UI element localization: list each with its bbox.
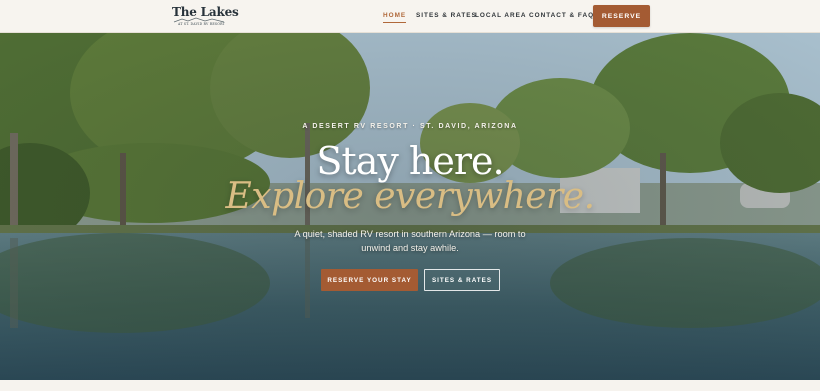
hero-description: A quiet, shaded RV resort in southern Ar…: [294, 229, 526, 253]
reserve-button[interactable]: RESERVE: [593, 5, 650, 27]
nav-sites-rates[interactable]: SITES & RATES: [416, 12, 477, 19]
hero-eyebrow: A DESERT RV RESORT · ST. DAVID, ARIZONA: [302, 123, 518, 130]
nav-home[interactable]: HOME: [383, 12, 407, 23]
page-bottom-strip: [0, 380, 820, 391]
site-logo[interactable]: The Lakes AT ST. DAVID RV RESORT: [172, 4, 239, 30]
logo-subtitle: AT ST. DAVID RV RESORT: [178, 22, 225, 26]
nav-contact-faq[interactable]: CONTACT & FAQ: [529, 12, 594, 19]
nav-local-area[interactable]: LOCAL AREA: [475, 12, 527, 19]
reserve-your-stay-button[interactable]: RESERVE YOUR STAY: [321, 269, 418, 291]
hero-section: A DESERT RV RESORT · ST. DAVID, ARIZONA …: [0, 33, 820, 380]
hero-subheadline: Explore everywhere.: [225, 176, 595, 217]
site-header: The Lakes AT ST. DAVID RV RESORT HOME SI…: [0, 0, 820, 33]
sites-rates-button[interactable]: SITES & RATES: [424, 269, 500, 291]
